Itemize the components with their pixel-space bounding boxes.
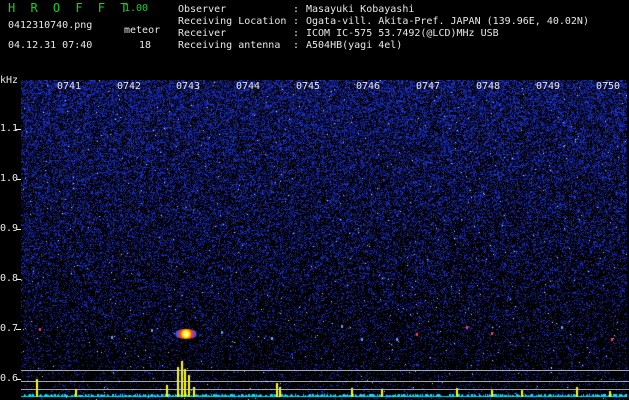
location-value: Ogata-vill. Akita-Pref. JAPAN (139.96E, …: [306, 16, 589, 27]
spectrogram-noise: [21, 80, 627, 400]
antenna-key: Receiving antenna: [178, 40, 281, 51]
y-tick-mark: [16, 129, 21, 130]
hroff-window: H R O F F T 1.00 0412310740.png meteor 0…: [0, 0, 629, 400]
receiver-colon: :: [293, 28, 300, 39]
app-version: 1.00: [124, 3, 149, 14]
datetime: 04.12.31 07:40: [8, 40, 93, 51]
x-tick-label: 0742: [117, 81, 142, 92]
observer-key: Observer: [178, 4, 227, 15]
y-tick-mark: [16, 329, 21, 330]
meteor-label: meteor: [124, 25, 161, 36]
x-tick-label: 0749: [536, 81, 561, 92]
x-tick-label: 0744: [236, 81, 261, 92]
x-tick-label: 0748: [476, 81, 501, 92]
x-tick-label: 0745: [296, 81, 321, 92]
reference-line: [21, 370, 629, 371]
observer-value: Masayuki Kobayashi: [306, 4, 415, 15]
location-colon: :: [293, 16, 300, 27]
filename: 0412310740.png: [8, 20, 93, 31]
y-tick-mark: [16, 179, 21, 180]
antenna-value: A504HB(yagi 4el): [306, 40, 403, 51]
spectrogram: [21, 80, 627, 400]
y-tick-mark: [16, 279, 21, 280]
x-tick-label: 0741: [57, 81, 82, 92]
reference-line: [21, 389, 629, 390]
x-tick-label: 0750: [596, 81, 621, 92]
reference-line: [21, 381, 629, 382]
location-key: Receiving Location: [178, 16, 287, 27]
x-tick-label: 0746: [356, 81, 381, 92]
y-axis-unit: kHz: [0, 75, 19, 86]
y-tick-mark: [16, 229, 21, 230]
x-tick-label: 0743: [176, 81, 201, 92]
x-tick-label: 0747: [416, 81, 441, 92]
observer-colon: :: [293, 4, 300, 15]
app-title: H R O F F T: [8, 1, 132, 15]
receiver-value: ICOM IC-575 53.7492(@LCD)MHz USB: [306, 28, 499, 39]
y-tick-mark: [16, 379, 21, 380]
meteor-count: 18: [139, 40, 152, 51]
receiver-key: Receiver: [178, 28, 227, 39]
antenna-colon: :: [293, 40, 300, 51]
